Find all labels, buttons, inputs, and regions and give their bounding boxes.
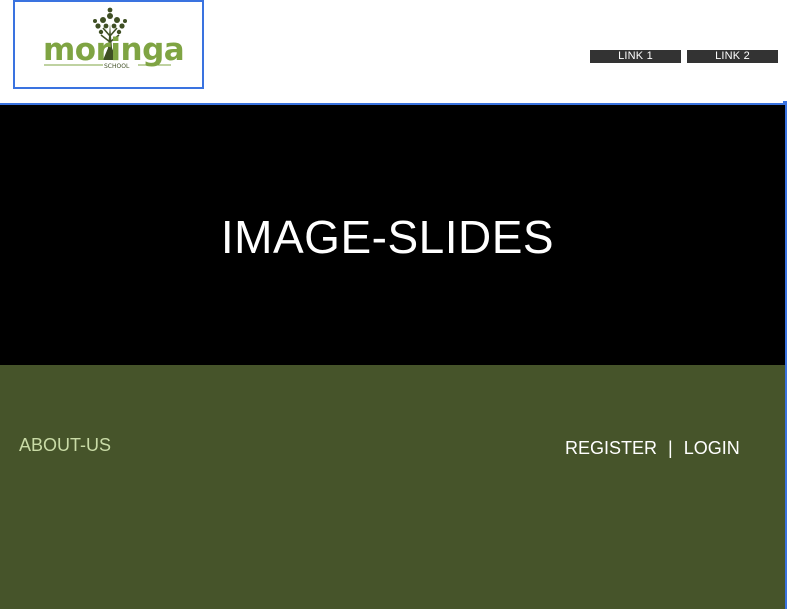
site-header: moringa SCHOOL LINK 1 LINK 2 [0,0,787,104]
site-footer: ABOUT-US REGISTER | LOGIN [0,365,785,609]
register-link[interactable]: REGISTER [565,438,657,458]
about-us-link[interactable]: ABOUT-US [19,434,111,456]
nav-link-2[interactable]: LINK 2 [687,50,778,63]
hero-title: IMAGE-SLIDES [220,211,555,263]
nav-link-1[interactable]: LINK 1 [590,50,681,63]
image-slider: IMAGE-SLIDES [0,105,785,365]
login-link[interactable]: LOGIN [684,438,740,458]
logo-tagline: SCHOOL [104,63,130,70]
moringa-logo: moringa SCHOOL [43,7,185,70]
logo-link[interactable]: moringa SCHOOL [13,0,204,89]
auth-separator: | [668,438,673,458]
auth-links: REGISTER | LOGIN [565,437,740,459]
